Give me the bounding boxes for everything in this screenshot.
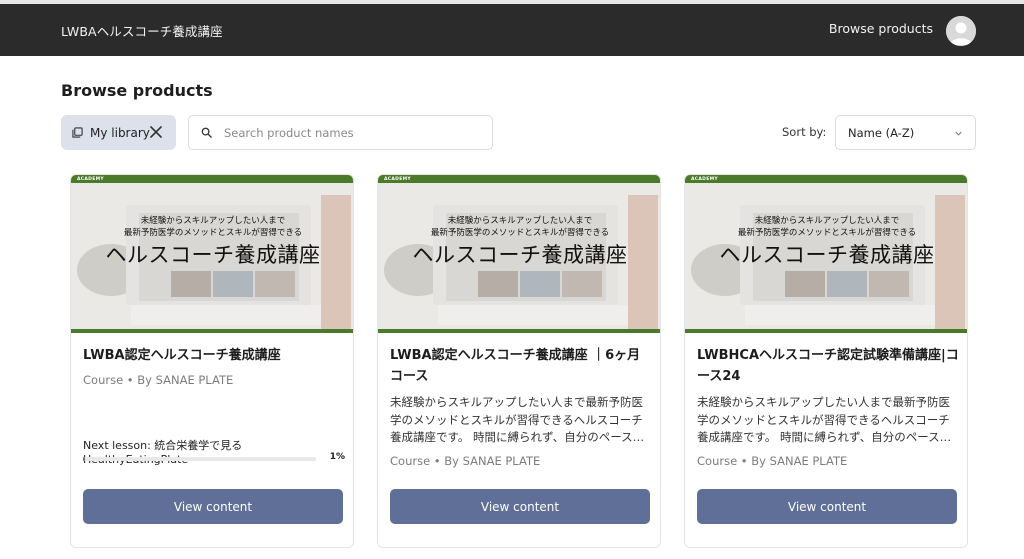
- card-body: LWBA認定ヘルスコーチ養成講座 Course • By SANAE PLATE: [83, 345, 345, 387]
- image-headline: ヘルスコーチ養成講座: [719, 243, 935, 267]
- product-title[interactable]: LWBHCAヘルスコーチ認定試験準備講座|コース24: [697, 345, 959, 387]
- progress-bar: [83, 457, 316, 461]
- product-title[interactable]: LWBA認定ヘルスコーチ養成講座: [83, 345, 345, 366]
- image-headline: ヘルスコーチ養成講座: [412, 243, 628, 267]
- product-card[interactable]: ACADEMY 未経験からスキルアップしたい人まで 最新予防医学のメソッドとスキ…: [684, 174, 968, 548]
- academy-text: ACADEMY: [384, 177, 411, 182]
- sort-select[interactable]: Name (A-Z): [835, 115, 976, 150]
- image-caption-line2: 最新予防医学のメソッドとスキルが習得できる: [123, 228, 303, 238]
- image-caption-line2: 最新予防医学のメソッドとスキルが習得できる: [737, 228, 917, 238]
- next-lesson-text: Next lesson: 統合栄養学で見るHealthyEatingPlate: [83, 439, 243, 466]
- product-card[interactable]: ACADEMY 未経験からスキルアップしたい人まで 最新予防医学のメソッドとスキ…: [70, 174, 354, 548]
- view-content-button[interactable]: View content: [697, 489, 957, 524]
- product-description: 未経験からスキルアップしたい人まで最新予防医学のメソッドとスキルが習得できるヘル…: [390, 395, 645, 444]
- academy-text: ACADEMY: [77, 177, 104, 182]
- my-library-filter-chip[interactable]: My library: [61, 115, 176, 150]
- card-body: LWBHCAヘルスコーチ認定試験準備講座|コース24 未経験からスキルアップした…: [697, 345, 959, 468]
- product-thumbnail[interactable]: ACADEMY 未経験からスキルアップしたい人まで 最新予防医学のメソッドとスキ…: [71, 175, 353, 333]
- image-caption-line1: 未経験からスキルアップしたい人まで: [447, 216, 593, 226]
- card-body: LWBA認定ヘルスコーチ養成講座 ｜6ヶ月コース 未経験からスキルアップしたい人…: [390, 345, 652, 468]
- brand-title[interactable]: LWBAヘルスコーチ養成講座: [61, 21, 223, 40]
- image-headline: ヘルスコーチ養成講座: [105, 243, 321, 267]
- image-caption-line2: 最新予防医学のメソッドとスキルが習得できる: [430, 228, 610, 238]
- product-meta: Course • By SANAE PLATE: [83, 373, 234, 387]
- chevron-down-icon: [955, 131, 962, 136]
- product-meta: Course • By SANAE PLATE: [697, 454, 848, 468]
- product-description: 未経験からスキルアップしたい人まで最新予防医学のメソッドとスキルが習得できるヘル…: [697, 395, 952, 444]
- app-frame: LWBAヘルスコーチ養成講座 Browse products Browse pr…: [0, 0, 1024, 559]
- product-meta: Course • By SANAE PLATE: [390, 454, 541, 468]
- sort-value: Name (A-Z): [848, 125, 915, 140]
- avatar[interactable]: [946, 16, 976, 46]
- view-content-button[interactable]: View content: [83, 489, 343, 524]
- avatar-icon: [946, 16, 976, 46]
- chip-label: My library: [90, 125, 150, 140]
- top-navbar: LWBAヘルスコーチ養成講座 Browse products: [0, 4, 1024, 56]
- sort-label: Sort by:: [782, 125, 827, 139]
- product-card[interactable]: ACADEMY 未経験からスキルアップしたい人まで 最新予防医学のメソッドとスキ…: [377, 174, 661, 548]
- search-icon: [201, 127, 212, 138]
- view-content-button[interactable]: View content: [390, 489, 650, 524]
- search-box: [188, 115, 493, 150]
- product-title[interactable]: LWBA認定ヘルスコーチ養成講座 ｜6ヶ月コース: [390, 345, 652, 387]
- academy-text: ACADEMY: [691, 177, 718, 182]
- search-input[interactable]: [224, 125, 474, 140]
- page-title: Browse products: [61, 81, 213, 100]
- image-caption-line1: 未経験からスキルアップしたい人まで: [140, 216, 286, 226]
- progress-fill: [83, 457, 86, 461]
- product-thumbnail[interactable]: ACADEMY 未経験からスキルアップしたい人まで 最新予防医学のメソッドとスキ…: [685, 175, 967, 333]
- progress-percent: 1%: [329, 452, 345, 462]
- image-caption-line1: 未経験からスキルアップしたい人まで: [754, 216, 900, 226]
- close-icon[interactable]: [149, 125, 163, 139]
- product-thumbnail[interactable]: ACADEMY 未経験からスキルアップしたい人まで 最新予防医学のメソッドとスキ…: [378, 175, 660, 333]
- library-icon: [72, 127, 83, 138]
- nav-browse-products-link[interactable]: Browse products: [829, 21, 933, 36]
